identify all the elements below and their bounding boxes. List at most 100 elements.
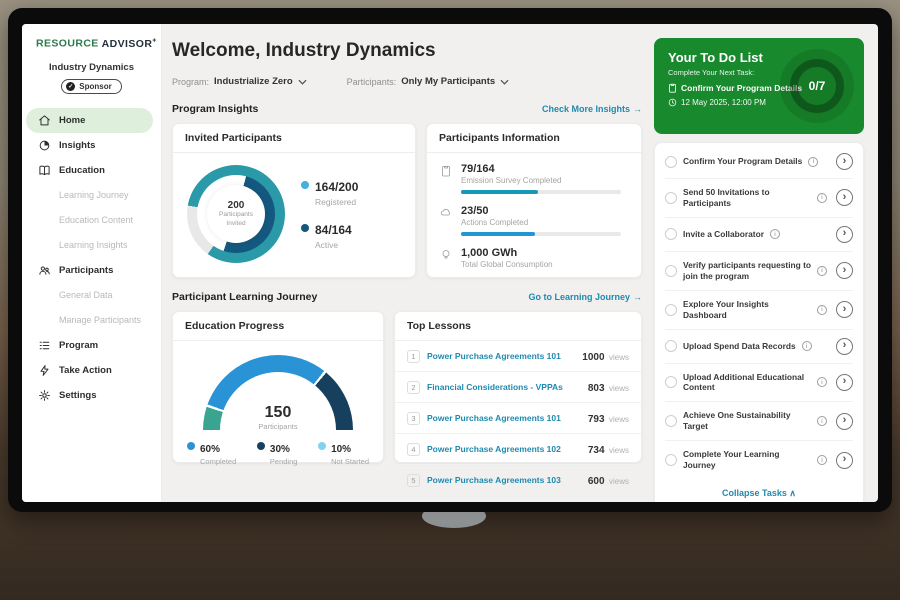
lesson-link[interactable]: Power Purchase Agreements 101	[427, 413, 561, 423]
task-row[interactable]: Confirm Your Program Details i ›	[665, 145, 853, 179]
sidebar-item-education[interactable]: Education	[22, 158, 161, 183]
task-radio[interactable]	[665, 376, 677, 388]
chevron-right-icon[interactable]: ›	[836, 374, 853, 391]
legend-dot	[301, 224, 309, 232]
chevron-down-icon	[298, 79, 307, 85]
sidebar-item-education-content[interactable]: Education Content	[22, 208, 161, 233]
legend-active: 84/164 Active	[301, 221, 358, 250]
task-radio[interactable]	[665, 340, 677, 352]
sidebar-item-participants[interactable]: Participants	[22, 258, 161, 283]
task-radio[interactable]	[665, 304, 677, 316]
chevron-right-icon[interactable]: ›	[836, 153, 853, 170]
task-radio[interactable]	[665, 192, 677, 204]
lesson-link[interactable]: Financial Considerations - VPPAs	[427, 382, 563, 392]
gauge-center-label: Participants	[203, 422, 353, 431]
sidebar-item-learning-journey[interactable]: Learning Journey	[22, 183, 161, 208]
home-icon	[38, 114, 51, 127]
brand-secondary: ADVISOR+	[102, 38, 157, 50]
todo-progress-value: 0/7	[809, 79, 826, 93]
task-row[interactable]: Explore Your Insights Dashboard i ›	[665, 291, 853, 330]
collapse-tasks-link[interactable]: Collapse Tasks ∧	[665, 479, 853, 502]
chevron-right-icon[interactable]: ›	[836, 226, 853, 243]
legend-completed: 60% Completed	[187, 439, 236, 466]
task-row[interactable]: Send 50 Invitations to Participants i ›	[665, 179, 853, 218]
legend-dot	[301, 181, 309, 189]
progress-fill	[461, 232, 535, 236]
task-radio[interactable]	[665, 156, 677, 168]
top-lessons-card: Top Lessons 1 Power Purchase Agreements …	[394, 311, 642, 463]
legend-pending: 30% Pending	[257, 439, 298, 466]
sidebar-item-insights[interactable]: Insights	[22, 133, 161, 158]
go-to-learning-journey-link[interactable]: Go to Learning Journey→	[528, 292, 642, 302]
chevron-right-icon[interactable]: ›	[836, 301, 853, 318]
task-radio[interactable]	[665, 265, 677, 277]
chevron-right-icon[interactable]: ›	[836, 452, 853, 469]
invited-donut-outer: 200 Participants Invited	[187, 165, 285, 263]
card-title: Top Lessons	[395, 312, 641, 341]
task-row[interactable]: Complete Your Learning Journey i ›	[665, 441, 853, 479]
info-icon: i	[817, 266, 827, 276]
progress-track	[461, 232, 621, 236]
todo-column: Your To Do List Complete Your Next Task:…	[654, 24, 864, 502]
task-radio[interactable]	[665, 454, 677, 466]
sidebar: RESOURCE ADVISOR+ Industry Dynamics ✓ Sp…	[22, 24, 162, 502]
sidebar-item-learning-insights[interactable]: Learning Insights	[22, 233, 161, 258]
insights-icon	[38, 139, 51, 152]
chevron-right-icon[interactable]: ›	[836, 338, 853, 355]
lesson-link[interactable]: Power Purchase Agreements 102	[427, 444, 561, 454]
task-row[interactable]: Upload Spend Data Records i ›	[665, 330, 853, 364]
program-filter[interactable]: Program: Industrialize Zero	[172, 76, 307, 87]
lesson-rank: 2	[407, 381, 420, 394]
invited-donut-inner: 200 Participants Invited	[197, 175, 275, 253]
sidebar-item-settings[interactable]: Settings	[22, 383, 161, 408]
arrow-right-icon: →	[633, 104, 642, 114]
lesson-row: 5 Power Purchase Agreements 103 600 view…	[395, 465, 641, 495]
task-radio[interactable]	[665, 228, 677, 240]
chevron-right-icon[interactable]: ›	[836, 262, 853, 279]
list-icon	[38, 339, 51, 352]
sidebar-item-general-data[interactable]: General Data	[22, 283, 161, 308]
info-icon: i	[770, 229, 780, 239]
participants-filter[interactable]: Participants: Only My Participants	[347, 76, 510, 87]
info-icon: i	[817, 377, 827, 387]
invited-participants-card: Invited Participants 200 Participants In…	[172, 123, 416, 278]
legend-dot	[318, 442, 326, 450]
sidebar-item-program[interactable]: Program	[22, 333, 161, 358]
lesson-rank: 4	[407, 443, 420, 456]
legend-dot	[257, 442, 265, 450]
todo-tasks-card: Confirm Your Program Details i › Send 50…	[654, 142, 864, 502]
lesson-rank: 1	[407, 350, 420, 363]
chevron-right-icon[interactable]: ›	[836, 189, 853, 206]
sidebar-item-manage-participants[interactable]: Manage Participants	[22, 308, 161, 333]
sidebar-nav: Home Insights Education Learning Journey…	[22, 108, 161, 408]
card-title: Participants Information	[427, 124, 641, 153]
info-icon: i	[817, 193, 827, 203]
chevron-up-icon: ∧	[789, 488, 796, 498]
task-row[interactable]: Verify participants requesting to join t…	[665, 252, 853, 291]
card-title: Education Progress	[173, 312, 383, 341]
sidebar-item-take-action[interactable]: Take Action	[22, 358, 161, 383]
check-more-insights-link[interactable]: Check More Insights→	[542, 104, 642, 114]
todo-progress-ring: 0/7	[780, 49, 854, 123]
task-row[interactable]: Achieve One Sustainability Target i ›	[665, 402, 853, 441]
sponsor-icon: ✓	[66, 82, 75, 91]
brand-logo: RESOURCE ADVISOR+	[22, 24, 161, 50]
lesson-link[interactable]: Power Purchase Agreements 103	[427, 475, 561, 485]
lesson-link[interactable]: Power Purchase Agreements 101	[427, 351, 561, 361]
legend-not-started: 10% Not Started	[318, 439, 369, 466]
task-row[interactable]: Upload Additional Educational Content i …	[665, 364, 853, 403]
clipboard-icon	[439, 163, 453, 177]
lesson-row: 4 Power Purchase Agreements 102 734 view…	[395, 434, 641, 465]
donut-center-label: Participants Invited	[214, 211, 258, 228]
chevron-down-icon	[500, 79, 509, 85]
cloud-icon	[439, 205, 453, 217]
participants-information-card: Participants Information 79/164 Emission…	[426, 123, 642, 278]
sidebar-item-home[interactable]: Home	[26, 108, 153, 133]
action-icon	[38, 364, 51, 377]
book-icon	[38, 164, 51, 177]
chevron-right-icon[interactable]: ›	[836, 413, 853, 430]
lesson-row: 3 Power Purchase Agreements 101 793 view…	[395, 403, 641, 434]
main-content: Welcome, Industry Dynamics Program: Indu…	[172, 24, 642, 463]
task-radio[interactable]	[665, 415, 677, 427]
task-row[interactable]: Invite a Collaborator i ›	[665, 218, 853, 252]
